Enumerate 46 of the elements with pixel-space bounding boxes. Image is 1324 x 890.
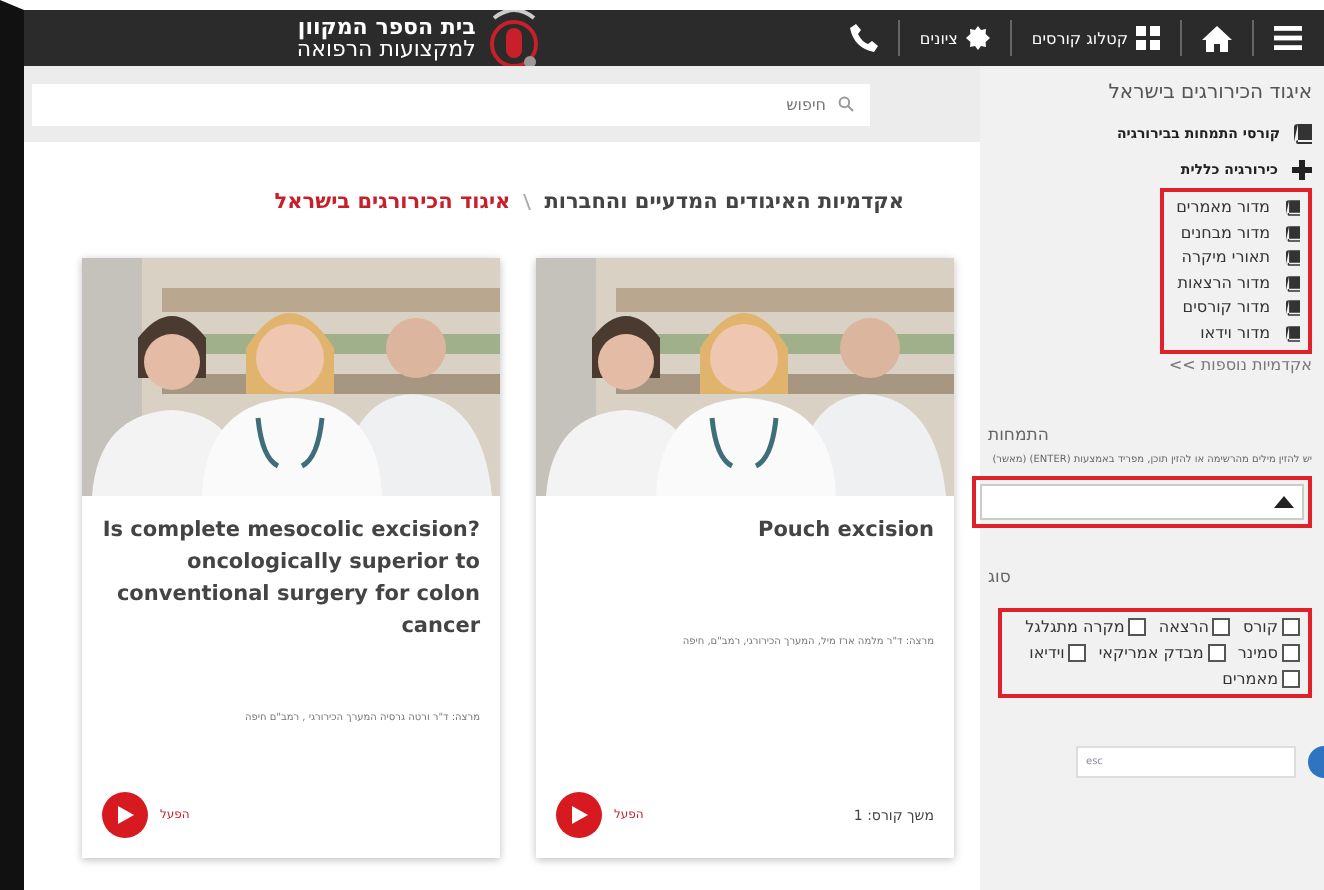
logo-title: בית הספר המקוון	[296, 16, 476, 38]
type-option[interactable]: הרצאה	[1158, 618, 1231, 636]
phone-icon	[849, 24, 878, 52]
type-option[interactable]: וידיאו	[1029, 644, 1087, 662]
course-title[interactable]: Pouch excision	[556, 514, 934, 546]
type-option[interactable]: מקרה מתגלגל	[1025, 618, 1147, 636]
plus-icon[interactable]	[1292, 160, 1312, 180]
caret-icon	[1274, 496, 1294, 508]
section-link[interactable]: מדור וידאו	[1200, 321, 1270, 346]
play-button[interactable]	[102, 792, 148, 838]
book-icon	[1286, 250, 1300, 267]
section-link[interactable]: מדור קורסים	[1182, 296, 1270, 321]
play-button[interactable]	[556, 792, 602, 838]
menu-icon	[1274, 26, 1302, 50]
book-icon	[1286, 200, 1300, 217]
book-icon	[1286, 325, 1300, 342]
book-icon	[1286, 275, 1300, 292]
type-option[interactable]: מבדק אמריקאי	[1098, 644, 1226, 662]
logo-subtitle: למקצועות הרפואה	[296, 38, 476, 60]
search-icon	[838, 96, 854, 112]
section-link[interactable]: מדור הרצאות	[1177, 271, 1270, 296]
sidebar-title: איגוד הכירורגים בישראל	[1108, 82, 1312, 104]
play-icon	[117, 806, 133, 824]
course-title[interactable]: Is complete mesocolic excision? oncologically superior to conventional surgery for colon cancer	[102, 514, 480, 642]
home-icon	[1202, 25, 1232, 51]
book-icon	[1294, 124, 1312, 144]
type-label: סוג	[988, 568, 1011, 588]
grid-icon	[1136, 26, 1160, 50]
breadcrumb-current: איגוד הכירורגים בישראל	[274, 190, 511, 214]
type-option[interactable]: מאמרים	[1222, 670, 1300, 688]
nav-link[interactable]: קטלוג קורסים	[1025, 26, 1166, 50]
section-link[interactable]: מדור מבחנים	[1180, 221, 1270, 246]
type-option[interactable]: סמינר	[1237, 644, 1300, 662]
book-icon	[1286, 300, 1300, 317]
nav-link[interactable]: ציונים	[913, 26, 996, 50]
menu-button[interactable]	[1268, 26, 1308, 50]
play-icon	[571, 806, 587, 824]
section-link[interactable]: מדור מאמרים	[1176, 196, 1270, 221]
section-link[interactable]: תאורי מיקרה	[1181, 246, 1270, 271]
specialty-label: התמחות	[988, 426, 1049, 446]
type-option[interactable]: קורס	[1242, 618, 1300, 636]
seal-icon	[965, 26, 990, 50]
search-field[interactable]: חיפוש	[32, 84, 870, 126]
book-icon	[1286, 225, 1300, 242]
more-link[interactable]: אקדמיות נוספות >>	[1168, 356, 1312, 374]
breadcrumb-link[interactable]: אקדמיות האיגודים המדעיים והחברות	[544, 190, 904, 214]
